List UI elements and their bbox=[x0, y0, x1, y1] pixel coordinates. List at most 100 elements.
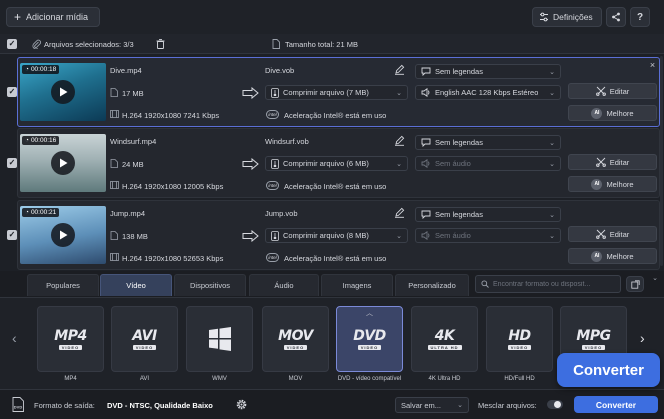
add-media-button[interactable]: + Adicionar mídia bbox=[6, 7, 100, 27]
rename-button[interactable] bbox=[394, 135, 406, 147]
remove-file-button[interactable]: × bbox=[648, 61, 657, 70]
compress-dropdown[interactable]: Comprimir arquivo (8 MB) ⌄ bbox=[265, 228, 408, 243]
convert-arrow-icon bbox=[242, 87, 259, 99]
enhance-button[interactable]: AI Melhore bbox=[568, 176, 657, 192]
select-all-checkbox[interactable]: ✓ bbox=[7, 39, 17, 49]
file-row[interactable]: ◔ 00:00:16 Windsurf.mp4 24 MB H.264 1920… bbox=[17, 128, 660, 198]
file-checkbox[interactable]: ✓ bbox=[7, 87, 17, 97]
format-logo-sub: VIDEO bbox=[58, 344, 83, 350]
duration-badge: ◔ 00:00:16 bbox=[22, 136, 60, 145]
format-card[interactable]: HD VIDEO bbox=[486, 306, 553, 372]
compress-dropdown[interactable]: Comprimir arquivo (7 MB) ⌄ bbox=[265, 85, 408, 100]
chevron-down-icon: ⌄ bbox=[652, 275, 658, 282]
format-logo: DVD bbox=[353, 327, 386, 344]
settings-button[interactable]: Definições bbox=[532, 7, 602, 27]
collapse-panel-button[interactable]: ⌄ bbox=[650, 274, 660, 286]
audio-dropdown[interactable]: Sem áudio ⌄ bbox=[415, 228, 561, 243]
format-search[interactable]: Encontrar formato ou disposit... bbox=[475, 275, 621, 293]
format-card[interactable] bbox=[186, 306, 253, 372]
tab-4[interactable]: Imagens bbox=[321, 274, 393, 296]
edit-button[interactable]: Editar bbox=[568, 226, 657, 242]
format-card[interactable]: MOV VIDEO bbox=[262, 306, 329, 372]
output-format-prefix: Formato de saída: bbox=[34, 401, 95, 410]
tab-0[interactable]: Populares bbox=[27, 274, 99, 296]
compress-icon bbox=[271, 230, 279, 241]
format-card[interactable]: 4K ULTRA HD bbox=[411, 306, 478, 372]
subtitles-label: Sem legendas bbox=[435, 67, 483, 76]
ai-icon: AI bbox=[591, 250, 603, 262]
trash-icon[interactable] bbox=[156, 39, 165, 49]
tab-1[interactable]: Vídeo bbox=[100, 274, 172, 296]
audio-dropdown[interactable]: English AAC 128 Kbps Estéreo ⌄ bbox=[415, 85, 561, 100]
format-card[interactable]: AVI VIDEO bbox=[111, 306, 178, 372]
duration-label: 00:00:18 bbox=[30, 66, 57, 73]
total-size-label: Tamanho total: 21 MB bbox=[285, 40, 358, 49]
format-logo: AVI bbox=[132, 327, 157, 344]
file-checkbox[interactable]: ✓ bbox=[7, 230, 17, 240]
subtitles-dropdown[interactable]: Sem legendas ⌄ bbox=[415, 207, 561, 222]
duration-label: 00:00:21 bbox=[30, 209, 57, 216]
list-scrollbar[interactable] bbox=[660, 56, 663, 266]
format-logo-sub: VIDEO bbox=[357, 344, 382, 350]
video-thumbnail[interactable]: ◔ 00:00:16 bbox=[20, 134, 106, 192]
tab-5[interactable]: Personalizado bbox=[395, 274, 469, 296]
enhance-button[interactable]: AI Melhore bbox=[568, 105, 657, 121]
subtitles-dropdown[interactable]: Sem legendas ⌄ bbox=[415, 64, 561, 79]
chevron-right-icon: › bbox=[640, 330, 645, 346]
play-button[interactable] bbox=[51, 151, 75, 175]
tab-2[interactable]: Dispositivos bbox=[174, 274, 246, 296]
video-codec-info: H.264 1920x1080 52653 Kbps bbox=[122, 254, 224, 263]
add-media-label: Adicionar mídia bbox=[26, 12, 89, 22]
play-button[interactable] bbox=[51, 223, 75, 247]
audio-label: English AAC 128 Kbps Estéreo bbox=[435, 88, 539, 97]
edit-button[interactable]: Editar bbox=[568, 154, 657, 170]
pencil-icon bbox=[395, 64, 405, 75]
subtitles-dropdown[interactable]: Sem legendas ⌄ bbox=[415, 135, 561, 150]
format-preset-button[interactable] bbox=[626, 276, 644, 292]
enhance-label: Melhore bbox=[606, 179, 634, 189]
save-to-dropdown[interactable]: Salvar em... ⌄ bbox=[395, 397, 469, 413]
chevron-down-icon: ⌄ bbox=[549, 89, 555, 97]
convert-tooltip-label: Converter bbox=[573, 361, 644, 379]
file-row[interactable]: ◔ 00:00:18 Dive.mp4 17 MB H.264 1920x108… bbox=[17, 57, 660, 127]
tab-3[interactable]: Áudio bbox=[249, 274, 319, 296]
question-icon: ? bbox=[636, 11, 644, 23]
format-next-button[interactable]: › bbox=[640, 330, 645, 346]
scissors-icon bbox=[595, 229, 606, 239]
video-codec-icon bbox=[110, 181, 119, 189]
file-size-icon bbox=[110, 159, 118, 168]
edit-button[interactable]: Editar bbox=[568, 83, 657, 99]
convert-button[interactable]: Converter bbox=[574, 396, 658, 413]
help-button[interactable]: ? bbox=[630, 7, 650, 27]
compress-label: Comprimir arquivo (6 MB) bbox=[283, 159, 369, 168]
chevron-left-icon: ‹ bbox=[12, 330, 17, 346]
output-settings-button[interactable] bbox=[235, 398, 248, 411]
file-size-icon bbox=[110, 231, 118, 240]
share-button[interactable] bbox=[606, 7, 626, 27]
file-checkbox[interactable]: ✓ bbox=[7, 158, 17, 168]
audio-dropdown[interactable]: Sem áudio ⌄ bbox=[415, 156, 561, 171]
plus-icon: + bbox=[14, 10, 22, 24]
chevron-down-icon: ⌄ bbox=[549, 68, 555, 76]
video-thumbnail[interactable]: ◔ 00:00:18 bbox=[20, 63, 106, 121]
convert-tooltip: Converter bbox=[557, 353, 660, 387]
enhance-button[interactable]: AI Melhore bbox=[568, 248, 657, 264]
gear-icon bbox=[236, 399, 247, 410]
format-logo-sub: VIDEO bbox=[507, 344, 532, 350]
rename-button[interactable] bbox=[394, 64, 406, 76]
format-card[interactable]: MP4 VIDEO bbox=[37, 306, 104, 372]
chevron-down-icon: ⌄ bbox=[549, 232, 555, 240]
file-row[interactable]: ◔ 00:00:21 Jump.mp4 138 MB H.264 1920x10… bbox=[17, 200, 660, 270]
settings-label: Definições bbox=[553, 12, 593, 22]
play-button[interactable] bbox=[51, 80, 75, 104]
rename-button[interactable] bbox=[394, 207, 406, 219]
video-codec-info: H.264 1920x1080 7241 Kbps bbox=[122, 111, 220, 120]
format-card[interactable]: ︿ DVD VIDEO bbox=[336, 306, 403, 372]
video-thumbnail[interactable]: ◔ 00:00:21 bbox=[20, 206, 106, 264]
compress-dropdown[interactable]: Comprimir arquivo (6 MB) ⌄ bbox=[265, 156, 408, 171]
merge-files-toggle[interactable] bbox=[547, 400, 563, 409]
edit-label: Editar bbox=[609, 157, 630, 167]
output-file-name: Dive.vob bbox=[265, 66, 295, 75]
format-prev-button[interactable]: ‹ bbox=[12, 330, 17, 346]
file-name: Jump.mp4 bbox=[110, 209, 146, 218]
